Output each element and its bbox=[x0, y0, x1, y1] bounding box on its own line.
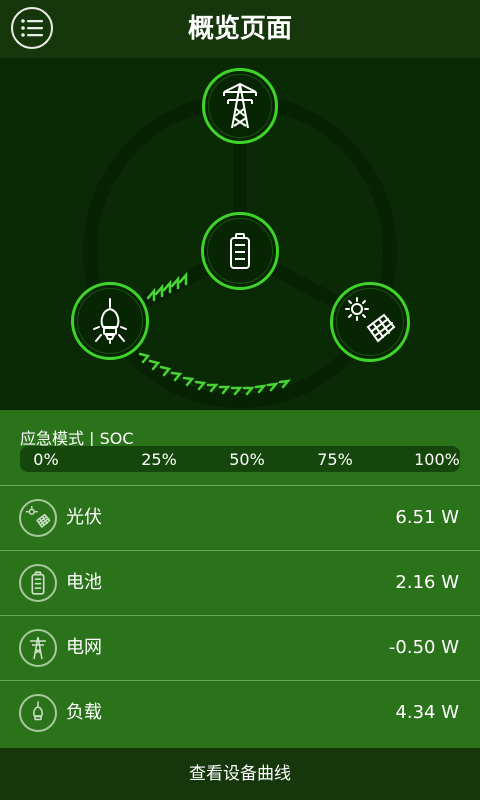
row-value: -0.50 W bbox=[388, 637, 459, 658]
soc-tick-25: 25% bbox=[141, 450, 177, 469]
page-title: 概览页面 bbox=[187, 14, 292, 44]
menu-list-icon bbox=[21, 19, 43, 37]
row-label: 电网 bbox=[66, 637, 102, 658]
soc-tick-75: 75% bbox=[317, 450, 353, 469]
solar-node[interactable] bbox=[330, 282, 410, 362]
view-device-curve-button[interactable]: 查看设备曲线 bbox=[0, 748, 480, 800]
list-item-battery[interactable]: 电池 2.16 W bbox=[0, 550, 480, 615]
battery-icon bbox=[19, 564, 57, 602]
row-label: 光伏 bbox=[66, 507, 102, 528]
row-value: 4.34 W bbox=[395, 702, 459, 723]
row-label: 电池 bbox=[66, 572, 102, 593]
row-label: 负载 bbox=[66, 702, 102, 723]
battery-node[interactable] bbox=[201, 212, 279, 290]
menu-button[interactable] bbox=[11, 7, 53, 49]
app-header: 概览页面 bbox=[0, 0, 480, 58]
list-item-grid[interactable]: 电网 -0.50 W bbox=[0, 615, 480, 680]
soc-tick-0: 0% bbox=[33, 450, 59, 469]
solar-panel-icon bbox=[19, 499, 57, 537]
lightbulb-icon bbox=[19, 694, 57, 732]
list-item-load[interactable]: 负载 4.34 W bbox=[0, 680, 480, 748]
soc-tick-100: 100% bbox=[414, 450, 460, 469]
energy-flow-diagram bbox=[0, 58, 480, 410]
row-value: 6.51 W bbox=[395, 507, 459, 528]
load-node[interactable] bbox=[71, 282, 149, 360]
power-tower-icon bbox=[19, 629, 57, 667]
grid-node[interactable] bbox=[202, 68, 278, 144]
soc-tick-50: 50% bbox=[229, 450, 265, 469]
list-item-solar[interactable]: 光伏 6.51 W bbox=[0, 485, 480, 550]
row-value: 2.16 W bbox=[395, 572, 459, 593]
